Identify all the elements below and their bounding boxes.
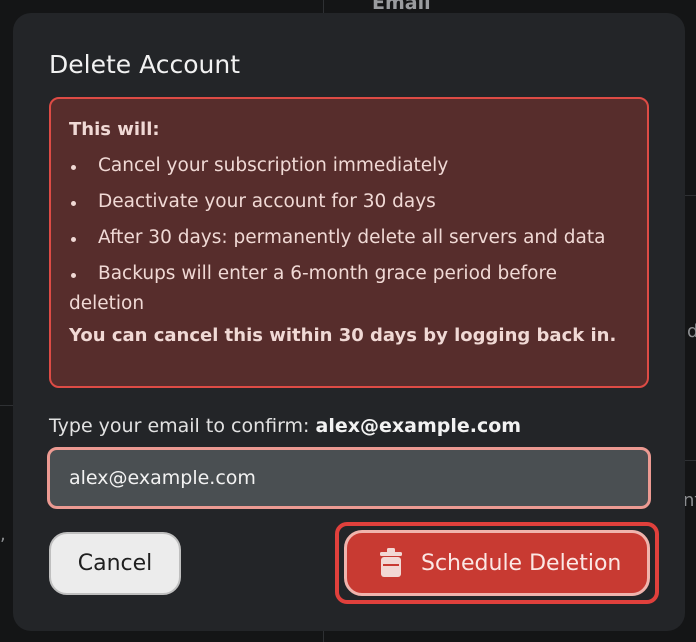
warning-item-text: Cancel your subscription immediately bbox=[98, 155, 449, 176]
bullet-icon bbox=[71, 165, 76, 170]
warning-list-item: Cancel your subscription immediately bbox=[69, 151, 629, 181]
background-text-fragment: d bbox=[687, 321, 696, 342]
modal-title: Delete Account bbox=[49, 50, 241, 79]
cancel-button[interactable]: Cancel bbox=[49, 532, 181, 595]
warning-list-item: Backups will enter a 6-month grace perio… bbox=[69, 259, 629, 319]
background-text-fragment: , bbox=[0, 524, 6, 545]
delete-account-modal: Delete Account This will: Cancel your su… bbox=[13, 13, 685, 631]
confirm-email-label: Type your email to confirm: alex@example… bbox=[49, 415, 521, 437]
warning-item-text: After 30 days: permanently delete all se… bbox=[98, 227, 606, 248]
schedule-deletion-button[interactable]: Schedule Deletion bbox=[344, 530, 650, 596]
warning-footer: You can cancel this within 30 days by lo… bbox=[69, 325, 617, 346]
background-divider bbox=[684, 195, 696, 196]
confirm-email-value: alex@example.com bbox=[315, 415, 522, 437]
warning-list: Cancel your subscription immediately Dea… bbox=[69, 151, 629, 319]
bullet-icon bbox=[71, 237, 76, 242]
warning-item-text: Backups will enter a 6-month grace perio… bbox=[69, 263, 558, 314]
bullet-icon bbox=[71, 201, 76, 206]
schedule-deletion-label: Schedule Deletion bbox=[421, 550, 622, 576]
background-email-label: Email bbox=[372, 0, 431, 14]
confirm-label-text: Type your email to confirm: bbox=[49, 415, 310, 437]
background-divider bbox=[684, 460, 696, 461]
trash-icon bbox=[377, 547, 405, 579]
warning-heading: This will: bbox=[69, 119, 160, 140]
confirm-email-input[interactable] bbox=[47, 447, 651, 509]
warning-item-text: Deactivate your account for 30 days bbox=[98, 191, 436, 212]
warning-list-item: After 30 days: permanently delete all se… bbox=[69, 223, 629, 253]
background-divider bbox=[0, 405, 14, 406]
warning-list-item: Deactivate your account for 30 days bbox=[69, 187, 629, 217]
bullet-icon bbox=[71, 273, 76, 278]
warning-box: This will: Cancel your subscription imme… bbox=[49, 97, 649, 388]
